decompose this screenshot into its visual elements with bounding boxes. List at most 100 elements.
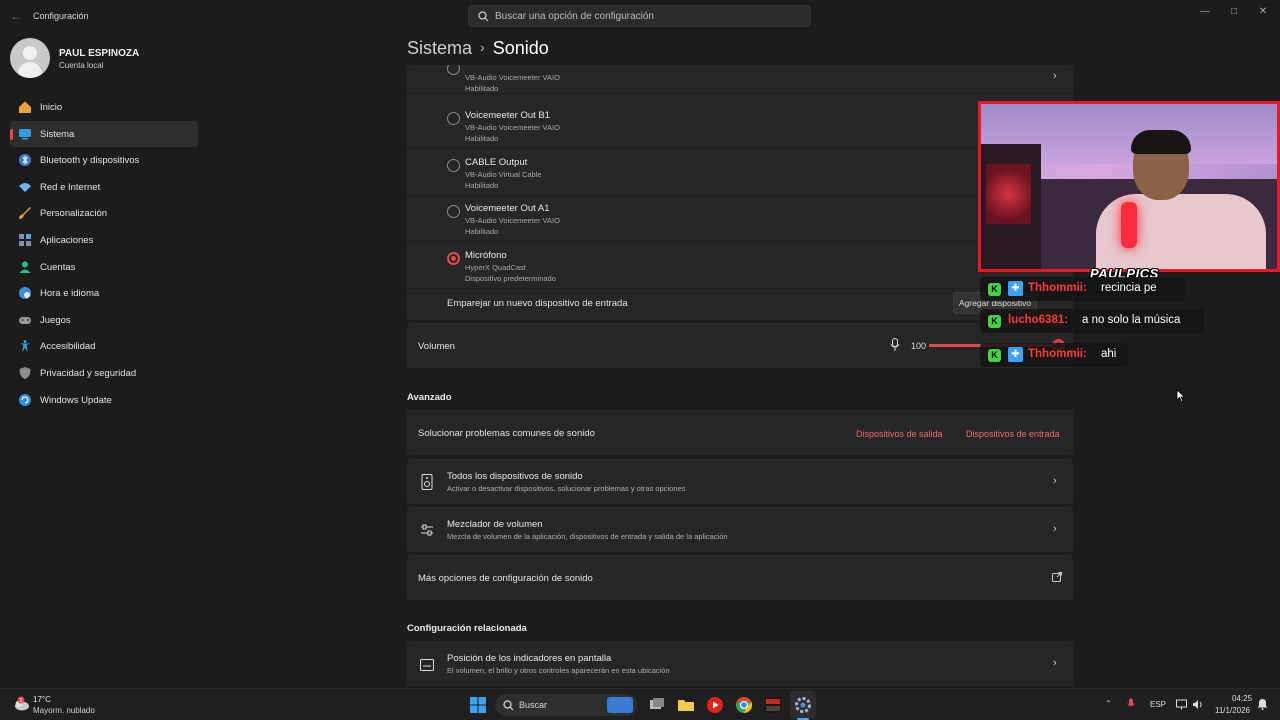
settings-search[interactable]	[468, 5, 811, 27]
clock-date[interactable]: 11/1/2026	[1215, 706, 1250, 715]
maximize-button[interactable]: □	[1225, 5, 1243, 19]
section-heading-avanzado: Avanzado	[407, 392, 452, 403]
taskbar-search-label: Buscar	[519, 700, 548, 710]
sidebar-item-hora[interactable]: Hora e idioma	[10, 280, 198, 307]
windows-start-icon[interactable]	[469, 696, 487, 714]
device-status: Habilitado	[465, 84, 499, 93]
back-arrow-icon[interactable]: ←	[10, 9, 24, 23]
input-device-row[interactable]: Voicemeeter Out B1 VB-Audio Voicemeeter …	[407, 103, 1073, 149]
device-status: Habilitado	[465, 181, 499, 190]
sidebar-item-aplicaciones[interactable]: Aplicaciones	[10, 227, 198, 254]
chat-username: Thhommii:	[1028, 348, 1087, 360]
sidebar-item-juegos[interactable]: Juegos	[10, 307, 198, 334]
screen-indicator-icon	[420, 659, 434, 671]
speaker-icon	[421, 474, 433, 490]
sidebar-item-cuentas[interactable]: Cuentas	[10, 254, 198, 281]
weather-cloud-icon[interactable]: 1	[12, 696, 30, 712]
network-icon[interactable]	[1176, 699, 1187, 710]
speaker-volume-icon[interactable]	[1192, 699, 1204, 710]
sidebar-nav: Inicio Sistema Bluetooth y dispositivos …	[10, 94, 198, 413]
user-profile[interactable]: PAUL ESPINOZA Cuenta local	[10, 38, 200, 80]
device-radio[interactable]	[447, 205, 460, 218]
all-devices-title: Todos los dispositivos de sonido	[447, 471, 583, 482]
task-view-icon[interactable]	[648, 696, 666, 714]
volume-value: 100	[911, 341, 927, 351]
breadcrumb-parent[interactable]: Sistema	[407, 38, 472, 58]
device-radio[interactable]	[447, 112, 460, 125]
sidebar-item-windows-update[interactable]: Windows Update	[10, 387, 198, 414]
device-name: Voicemeeter Out B1	[465, 110, 551, 121]
sidebar-item-privacidad[interactable]: Privacidad y seguridad	[10, 360, 198, 387]
indicator-desc: El volumen, el brillo y otros controles …	[447, 666, 670, 675]
weather-temperature[interactable]: 17°C	[33, 695, 51, 704]
file-explorer-icon[interactable]	[677, 696, 695, 714]
pair-device-label: Emparejar un nuevo dispositivo de entrad…	[447, 298, 628, 309]
chat-username: Thhommii:	[1028, 282, 1087, 294]
sidebar-item-red[interactable]: Red e Internet	[10, 174, 198, 201]
subscriber-badge-icon: ✚	[1008, 281, 1023, 296]
microphone-active-icon[interactable]	[1127, 698, 1135, 710]
input-device-row[interactable]: Voicemeeter Out A1 VB-Audio Voicemeeter …	[407, 196, 1073, 242]
youtube-music-icon[interactable]	[706, 696, 724, 714]
webcam-overlay	[978, 101, 1280, 272]
breadcrumb-separator: ›	[480, 39, 485, 55]
output-devices-link[interactable]: Dispositivos de salida	[856, 429, 943, 439]
language-indicator[interactable]: ESP	[1150, 700, 1166, 709]
sidebar-item-accesibilidad[interactable]: Accesibilidad	[10, 333, 198, 360]
microphone-icon[interactable]	[890, 338, 900, 352]
search-input[interactable]	[495, 9, 795, 24]
input-devices-link[interactable]: Dispositivos de entrada	[966, 429, 1060, 439]
device-subtitle: HyperX QuadCast	[465, 263, 526, 272]
notification-bell-icon[interactable]	[1257, 698, 1268, 710]
input-device-row[interactable]: VB-Audio Voicemeeter VAIO Habilitado ›	[407, 65, 1073, 94]
chrome-icon[interactable]	[735, 696, 753, 714]
sidebar-item-label: Red e Internet	[40, 181, 101, 193]
volume-label: Volumen	[418, 341, 455, 352]
wifi-icon	[19, 182, 31, 192]
sidebar-item-personalizacion[interactable]: Personalización	[10, 200, 198, 227]
chevron-right-icon: ›	[1053, 523, 1057, 535]
kick-badge-icon: K	[988, 315, 1001, 328]
sidebar-item-label: Sistema	[40, 128, 75, 140]
device-radio[interactable]	[447, 65, 460, 75]
window-title: Configuración	[33, 11, 89, 21]
more-options-label: Más opciones de configuración de sonido	[418, 573, 593, 584]
sidebar-item-label: Hora e idioma	[40, 288, 100, 300]
close-button[interactable]: ✕	[1254, 5, 1272, 19]
weather-description[interactable]: Mayorm. nublado	[33, 706, 95, 715]
sidebar-item-sistema[interactable]: Sistema	[10, 120, 198, 148]
voicemeeter-icon[interactable]	[764, 696, 782, 714]
input-device-row-selected[interactable]: Micrófono HyperX QuadCast Dispositivo pr…	[407, 243, 1073, 289]
device-name: Voicemeeter Out A1	[465, 203, 550, 214]
device-radio-selected[interactable]	[447, 252, 460, 265]
more-sound-options-row[interactable]: Más opciones de configuración de sonido	[407, 555, 1073, 600]
sidebar-item-bluetooth[interactable]: Bluetooth y dispositivos	[10, 147, 198, 174]
volume-mixer-row[interactable]: Mezclador de volumen Mezcla de volumen d…	[407, 507, 1073, 552]
taskbar-search[interactable]: Buscar	[495, 694, 637, 716]
chevron-right-icon: ›	[1053, 475, 1057, 487]
subscriber-badge-icon: ✚	[1008, 347, 1023, 362]
chevron-up-icon[interactable]: ⌃	[1105, 699, 1112, 708]
profile-name: PAUL ESPINOZA	[59, 48, 140, 59]
sidebar-item-label: Bluetooth y dispositivos	[40, 155, 140, 167]
sidebar-item-inicio[interactable]: Inicio	[10, 94, 198, 121]
input-device-row[interactable]: CABLE Output VB-Audio Virtual Cable Habi…	[407, 150, 1073, 196]
device-subtitle: VB-Audio Voicemeeter VAIO	[465, 216, 560, 225]
sidebar-item-label: Accesibilidad	[40, 341, 96, 353]
device-subtitle: VB-Audio Virtual Cable	[465, 170, 542, 179]
all-sound-devices-row[interactable]: Todos los dispositivos de sonido Activar…	[407, 459, 1073, 504]
settings-gear-icon[interactable]	[794, 696, 812, 714]
device-subtitle: VB-Audio Voicemeeter VAIO	[465, 123, 560, 132]
device-radio[interactable]	[447, 159, 460, 172]
chevron-right-icon[interactable]: ›	[1053, 70, 1057, 82]
gamepad-icon	[19, 316, 31, 324]
update-icon	[19, 393, 31, 406]
minimize-button[interactable]: —	[1196, 5, 1214, 19]
chat-username: lucho6381:	[1008, 314, 1069, 326]
breadcrumb: Sistema › Sonido	[407, 38, 549, 59]
clock-time[interactable]: 04:25	[1232, 694, 1252, 703]
device-status: Dispositivo predeterminado	[465, 274, 556, 283]
indicator-position-row[interactable]: Posición de los indicadores en pantalla …	[407, 641, 1073, 686]
chat-message: K lucho6381: a no solo la música	[980, 309, 1204, 333]
mixer-title: Mezclador de volumen	[447, 519, 543, 530]
